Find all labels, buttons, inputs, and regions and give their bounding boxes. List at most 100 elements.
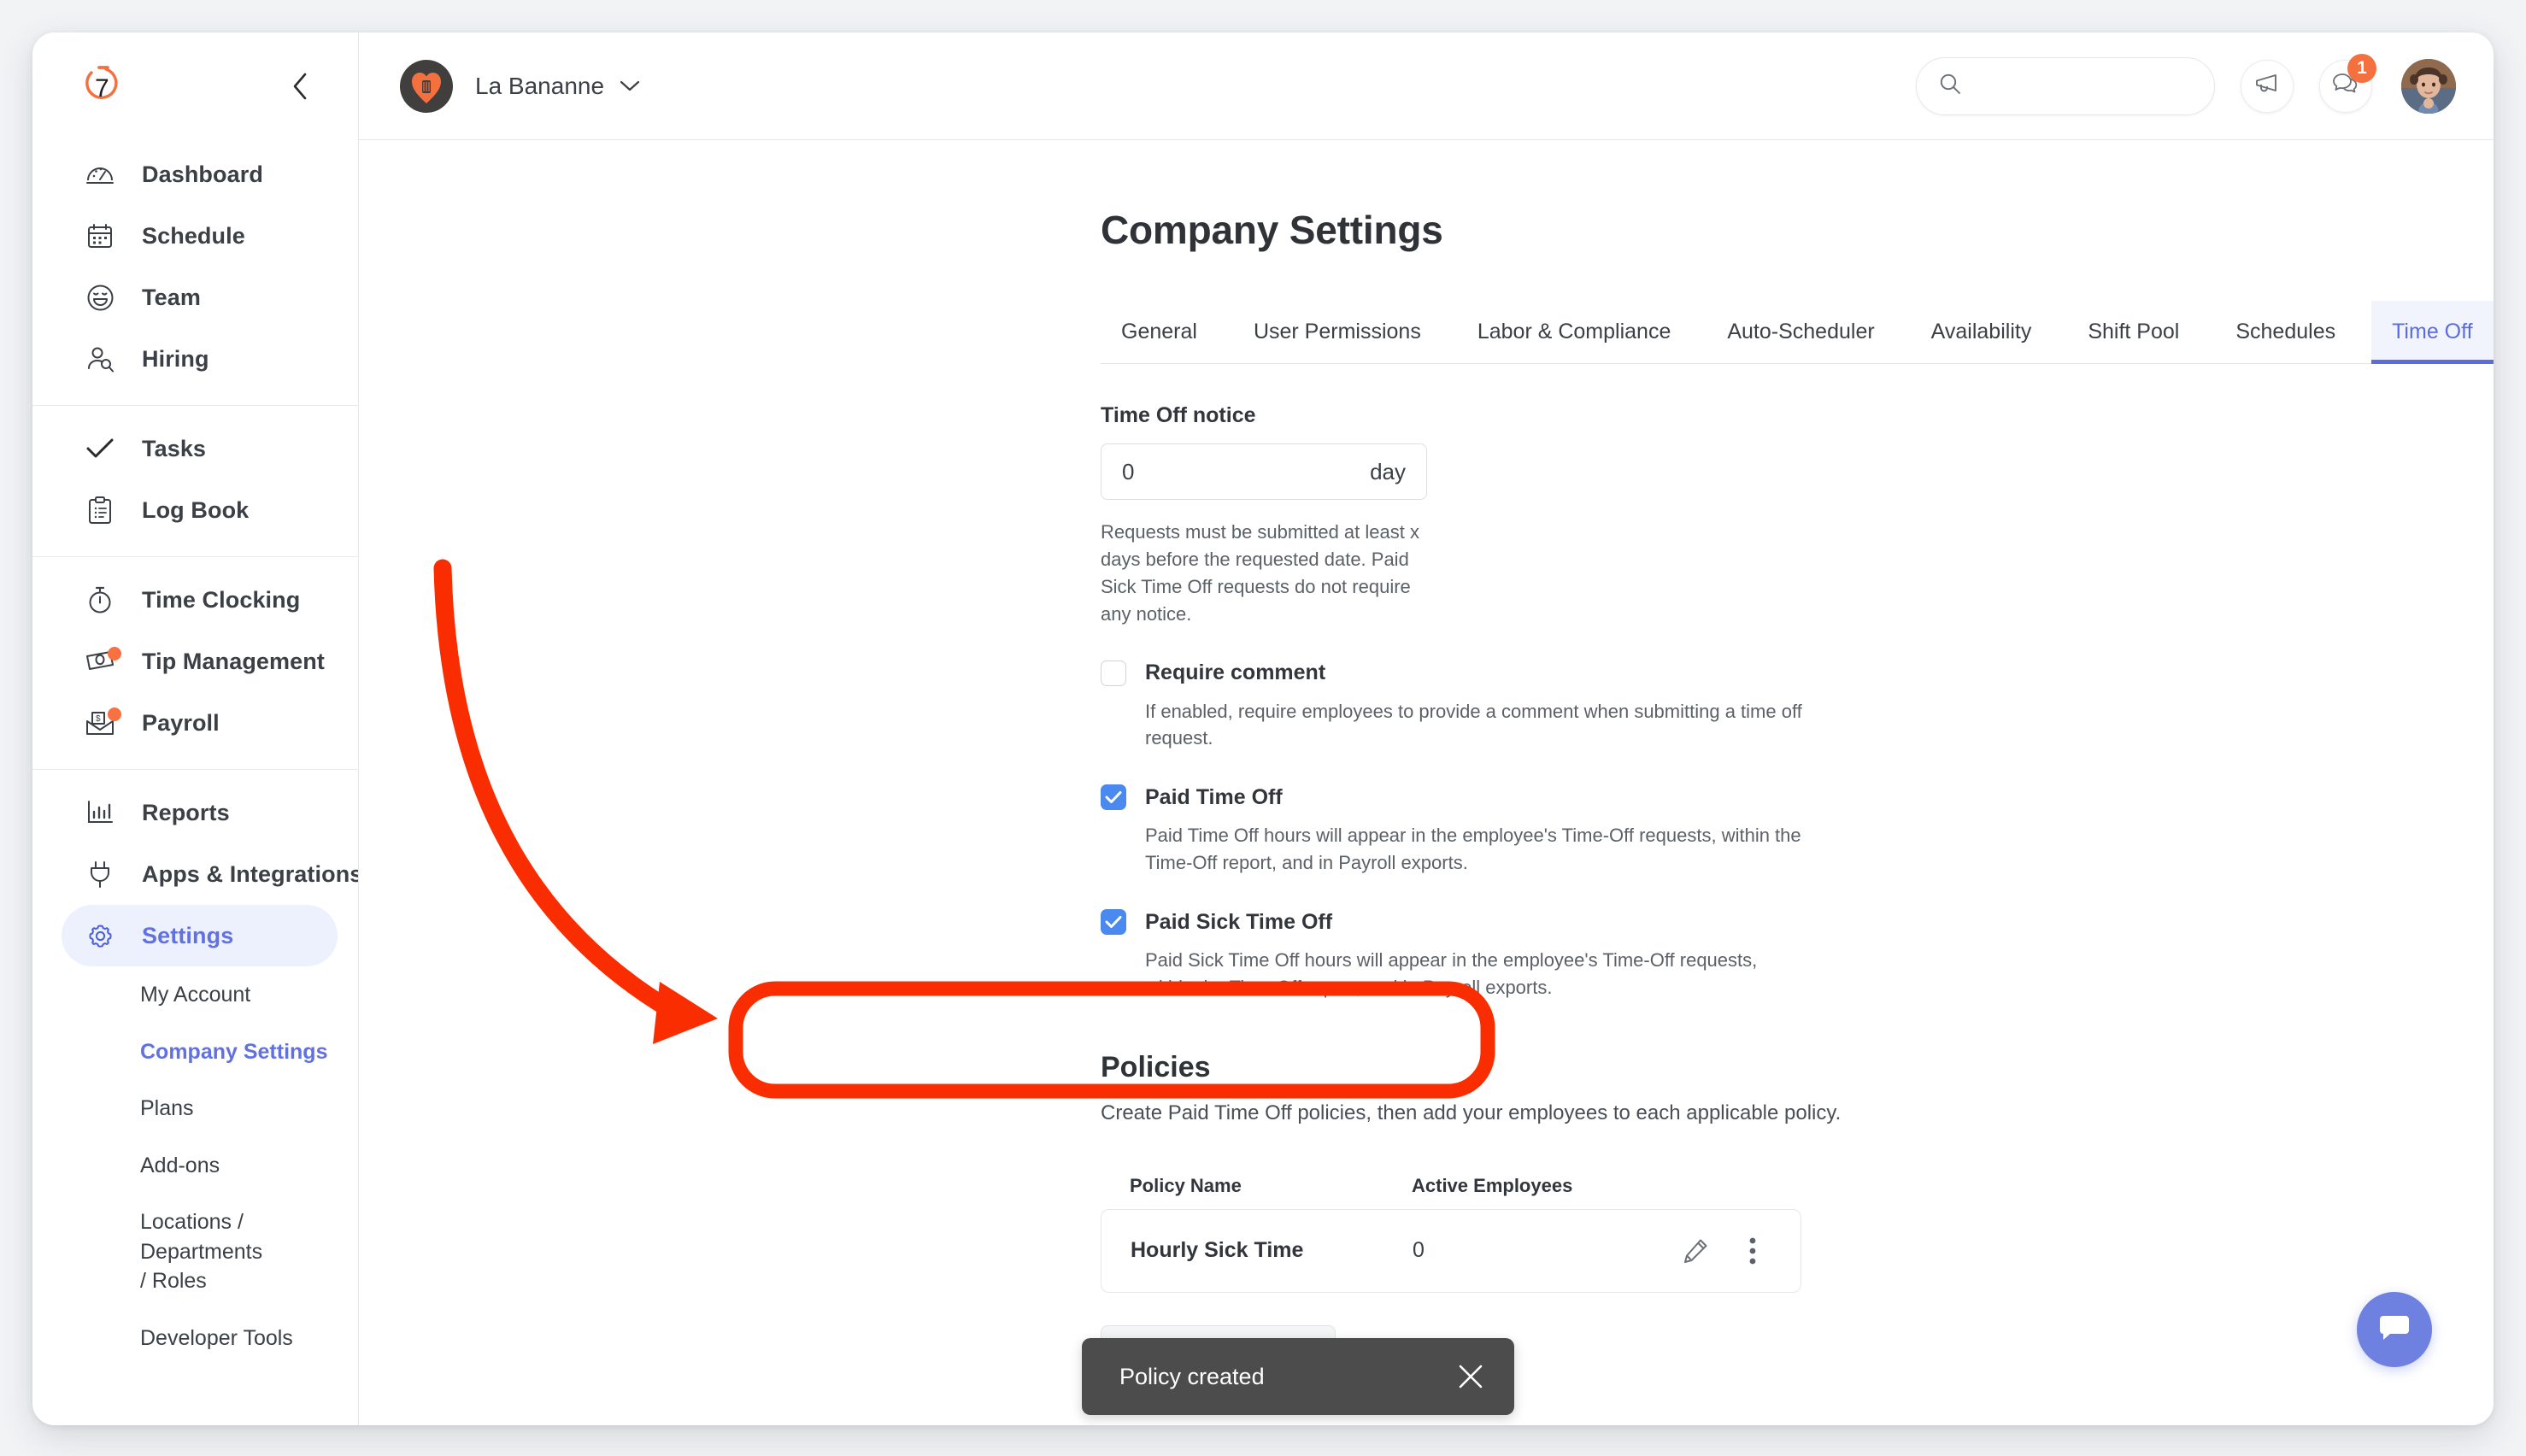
svg-text:$: $ [96, 714, 101, 724]
sidebar-item-label: Schedule [142, 222, 245, 249]
sidebar-item-payroll[interactable]: $ Payroll [62, 692, 338, 754]
brand-switcher[interactable]: La Bananne [400, 59, 640, 113]
brand-name: La Bananne [475, 72, 605, 99]
main-column: La Bananne 1 Company Settings General Us… [359, 32, 2494, 1425]
policy-active-employees: 0 [1413, 1238, 1425, 1263]
sidebar-item-label: Log Book [142, 496, 250, 523]
sidebar-item-schedule[interactable]: Schedule [62, 205, 338, 267]
sidebar-item-tip-management[interactable]: Tip Management [62, 631, 338, 692]
stopwatch-7-logo[interactable]: 7 [80, 62, 126, 110]
sidebar-item-label: Time Clocking [142, 586, 301, 613]
money-envelope-icon: $ [80, 707, 121, 736]
notification-dot [108, 647, 121, 660]
paid-time-off-checkbox[interactable] [1101, 784, 1126, 811]
content-area: Company Settings General User Permission… [359, 140, 2494, 1425]
paid-sick-time-off-checkbox[interactable] [1101, 909, 1126, 936]
messages-button[interactable]: 1 [2319, 53, 2376, 113]
tab-user-permissions[interactable]: User Permissions [1233, 301, 1442, 363]
sidebar-group-work: Tasks Log Book [32, 405, 358, 556]
policy-name: Hourly Sick Time [1131, 1238, 1304, 1263]
time-off-notice-input[interactable]: 0 day [1101, 443, 1427, 500]
sidebar-item-apps-integrations[interactable]: Apps & Integrations [62, 843, 358, 905]
sidebar-subitem-add-ons[interactable]: Add-ons [62, 1137, 338, 1195]
sidebar-item-label: Tasks [142, 435, 207, 461]
time-off-notice-value: 0 [1122, 458, 1135, 484]
paid-time-off-row[interactable]: Paid Time Off [1101, 784, 2494, 811]
tab-availability[interactable]: Availability [1911, 301, 2053, 363]
sidebar-item-settings[interactable]: Settings [62, 905, 338, 966]
calendar-icon [80, 222, 120, 250]
sidebar-item-hiring[interactable]: Hiring [62, 328, 338, 390]
tab-shift-pool[interactable]: Shift Pool [2067, 301, 2200, 363]
pencil-icon[interactable] [1672, 1237, 1718, 1265]
time-off-notice-help: Requests must be submitted at least x da… [1101, 521, 1419, 625]
require-comment-checkbox[interactable] [1101, 660, 1126, 686]
messages-badge: 1 [2347, 53, 2376, 83]
megaphone-icon [2254, 73, 2280, 99]
plug-icon [80, 860, 120, 889]
sidebar-subitem-my-account[interactable]: My Account [62, 966, 338, 1024]
tab-time-off[interactable]: Time Off [2371, 301, 2494, 364]
avatar[interactable] [2401, 58, 2456, 114]
svg-text:7: 7 [95, 74, 109, 103]
tab-schedules[interactable]: Schedules [2215, 301, 2356, 363]
time-off-notice-label: Time Off notice [1101, 403, 1256, 427]
smiley-face-icon [80, 284, 120, 312]
sidebar-group-admin: Reports Apps & Integrations Settings My … [32, 769, 358, 1382]
close-icon[interactable] [1456, 1362, 1485, 1391]
search-input[interactable] [1975, 73, 2192, 98]
sidebar-group-primary: Dashboard Schedule Team Hiring [32, 140, 358, 405]
policies-heading: Policies [1101, 1050, 1211, 1083]
require-comment-description: If enabled, require employees to provide… [1145, 700, 1802, 749]
require-comment-label: Require comment [1145, 660, 1326, 685]
stopwatch-icon [80, 586, 120, 614]
sidebar-item-dashboard[interactable]: Dashboard [62, 144, 338, 205]
chevron-left-icon[interactable] [283, 69, 317, 103]
gear-icon [80, 922, 120, 950]
sidebar-item-label: Apps & Integrations [142, 860, 359, 887]
person-search-icon [80, 345, 120, 373]
search-box[interactable] [1916, 56, 2215, 115]
sidebar-item-reports[interactable]: Reports [62, 782, 338, 843]
notification-dot [108, 707, 121, 721]
chat-support-button[interactable] [2357, 1292, 2432, 1367]
sidebar-item-tasks[interactable]: Tasks [62, 418, 338, 479]
sidebar-subitem-developer-tools[interactable]: Developer Tools [62, 1310, 338, 1367]
toast-message: Policy created [1119, 1363, 1265, 1389]
sidebar-item-log-book[interactable]: Log Book [62, 479, 338, 541]
time-off-notice-unit: day [1370, 458, 1406, 484]
paid-sick-time-off-row[interactable]: Paid Sick Time Off [1101, 909, 2494, 936]
announcements-button[interactable] [2241, 59, 2294, 113]
sidebar-subitem-company-settings[interactable]: Company Settings [62, 1024, 338, 1081]
sidebar-subitem-locations-departments-roles[interactable]: Locations / Departments / Roles [62, 1194, 262, 1310]
policy-table: Hourly Sick Time 0 [1101, 1208, 1801, 1293]
tab-auto-scheduler[interactable]: Auto-Scheduler [1707, 301, 1894, 363]
chevron-down-icon [620, 80, 640, 92]
kebab-menu-icon[interactable] [1734, 1236, 1771, 1265]
sidebar-item-label: Dashboard [142, 161, 263, 187]
sidebar: 7 Dashboard Schedule Team Hiring Tasks L… [32, 32, 359, 1425]
sidebar-item-label: Settings [142, 922, 234, 948]
checkmark-icon [80, 437, 120, 461]
heart-spatula-icon [400, 59, 453, 113]
bar-chart-icon [80, 800, 120, 825]
sidebar-item-label: Payroll [142, 709, 220, 736]
sidebar-subitem-plans[interactable]: Plans [62, 1080, 338, 1137]
sidebar-item-label: Team [142, 284, 201, 310]
require-comment-row[interactable]: Require comment [1101, 660, 2494, 686]
sidebar-item-label: Reports [142, 799, 230, 825]
sidebar-item-label: Hiring [142, 345, 209, 372]
column-active-employees: Active Employees [1412, 1174, 1573, 1196]
sidebar-item-time-clocking[interactable]: Time Clocking [62, 569, 338, 631]
policies-subheading: Create Paid Time Off policies, then add … [1101, 1101, 1842, 1124]
page-title: Company Settings [1101, 208, 1443, 252]
tab-labor-compliance[interactable]: Labor & Compliance [1457, 301, 1692, 363]
toast-notification: Policy created [1082, 1338, 1514, 1415]
sidebar-item-team[interactable]: Team [62, 267, 338, 328]
clipboard-list-icon [80, 496, 120, 525]
tab-general[interactable]: General [1101, 301, 1218, 363]
speedometer-icon [80, 160, 120, 189]
sidebar-group-payroll: Time Clocking Tip Management $ Payroll [32, 556, 358, 769]
table-row[interactable]: Hourly Sick Time 0 [1101, 1210, 1801, 1292]
banknote-icon [80, 647, 121, 672]
